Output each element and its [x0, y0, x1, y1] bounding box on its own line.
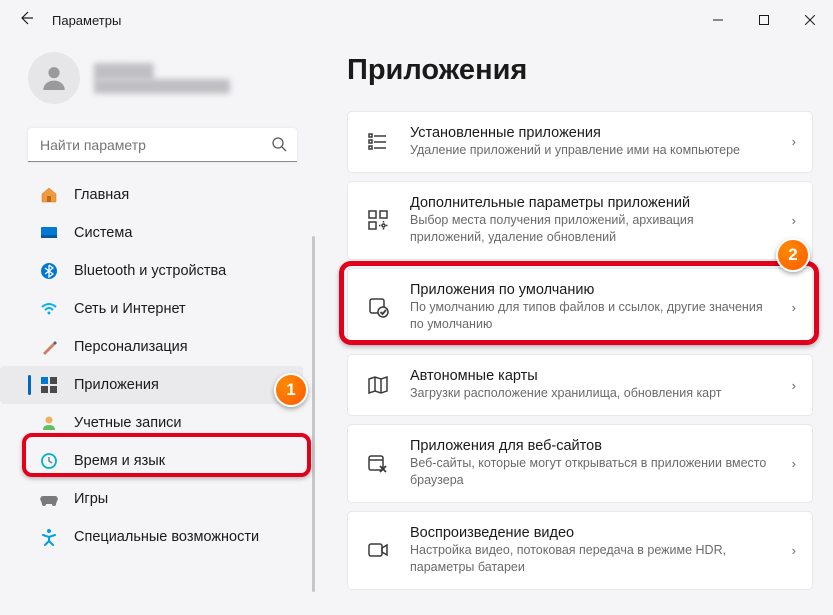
brush-icon [40, 338, 58, 356]
search-input[interactable] [28, 128, 297, 162]
card-advanced-app-settings[interactable]: Дополнительные параметры приложенийВыбор… [347, 181, 813, 260]
nav-label: Bluetooth и устройства [74, 263, 226, 279]
wifi-icon [40, 300, 58, 318]
card-sub: Выбор места получения приложений, архива… [410, 212, 772, 246]
nav-label: Система [74, 225, 132, 241]
accessibility-icon [40, 528, 58, 546]
chevron-right-icon: › [792, 213, 796, 228]
nav-personalization[interactable]: Персонализация [0, 328, 303, 366]
card-offline-maps[interactable]: Автономные картыЗагрузки расположение хр… [347, 354, 813, 416]
profile-name: ██████ [94, 63, 230, 79]
app-settings-icon [366, 208, 390, 232]
nav-time[interactable]: Время и язык [0, 442, 303, 480]
system-icon [40, 224, 58, 242]
nav-label: Игры [74, 491, 108, 507]
card-installed-apps[interactable]: Установленные приложенияУдаление приложе… [347, 111, 813, 173]
apps-icon [40, 376, 58, 394]
nav-network[interactable]: Сеть и Интернет [0, 290, 303, 328]
chevron-right-icon: › [792, 134, 796, 149]
titlebar: Параметры [0, 0, 833, 40]
chevron-right-icon: › [792, 456, 796, 471]
nav-list: Главная Система Bluetooth и устройства С… [0, 176, 315, 615]
card-sub: Загрузки расположение хранилища, обновле… [410, 385, 772, 402]
chevron-right-icon: › [792, 543, 796, 558]
sidebar: ██████ ████████████████ Главная Система … [0, 40, 315, 615]
back-button[interactable] [18, 10, 34, 31]
nav-label: Учетные записи [74, 415, 182, 431]
window-title: Параметры [52, 13, 121, 28]
card-sub: Веб-сайты, которые могут открываться в п… [410, 455, 772, 489]
card-default-apps[interactable]: Приложения по умолчаниюПо умолчанию для … [347, 268, 813, 347]
card-title: Дополнительные параметры приложений [410, 195, 772, 211]
annotation-marker-1: 1 [274, 373, 308, 407]
card-title: Установленные приложения [410, 125, 772, 141]
card-title: Автономные карты [410, 368, 772, 384]
card-sub: Удаление приложений и управление ими на … [410, 142, 772, 159]
window-controls [695, 0, 833, 40]
bluetooth-icon [40, 262, 58, 280]
profile-block[interactable]: ██████ ████████████████ [0, 48, 315, 122]
card-title: Приложения для веб-сайтов [410, 438, 772, 454]
home-icon [40, 186, 58, 204]
card-sub: Настройка видео, потоковая передача в ре… [410, 542, 772, 576]
gaming-icon [40, 490, 58, 508]
card-apps-for-websites[interactable]: Приложения для веб-сайтовВеб-сайты, кото… [347, 424, 813, 503]
nav-system[interactable]: Система [0, 214, 303, 252]
search-icon [271, 136, 287, 157]
card-title: Приложения по умолчанию [410, 282, 772, 298]
nav-label: Сеть и Интернет [74, 301, 186, 317]
list-icon [366, 130, 390, 154]
website-apps-icon [366, 452, 390, 476]
nav-home[interactable]: Главная [0, 176, 303, 214]
nav-label: Главная [74, 187, 129, 203]
close-button[interactable] [787, 0, 833, 40]
nav-accessibility[interactable]: Специальные возможности [0, 518, 303, 556]
chevron-right-icon: › [792, 300, 796, 315]
minimize-button[interactable] [695, 0, 741, 40]
annotation-marker-2: 2 [776, 238, 810, 272]
nav-label: Время и язык [74, 453, 165, 469]
card-sub: По умолчанию для типов файлов и ссылок, … [410, 299, 772, 333]
nav-gaming[interactable]: Игры [0, 480, 303, 518]
nav-apps[interactable]: Приложения [0, 366, 303, 404]
avatar [28, 52, 80, 104]
clock-icon [40, 452, 58, 470]
card-title: Воспроизведение видео [410, 525, 772, 541]
search-box[interactable] [28, 128, 297, 162]
video-icon [366, 538, 390, 562]
profile-email: ████████████████ [94, 79, 230, 93]
default-apps-icon [366, 295, 390, 319]
maximize-button[interactable] [741, 0, 787, 40]
card-video-playback[interactable]: Воспроизведение видеоНастройка видео, по… [347, 511, 813, 590]
map-icon [366, 373, 390, 397]
accounts-icon [40, 414, 58, 432]
page-title: Приложения [347, 54, 813, 87]
nav-label: Приложения [74, 377, 159, 393]
chevron-right-icon: › [792, 378, 796, 393]
main-content: Приложения Установленные приложенияУдале… [315, 40, 833, 615]
nav-accounts[interactable]: Учетные записи [0, 404, 303, 442]
nav-label: Персонализация [74, 339, 188, 355]
nav-bluetooth[interactable]: Bluetooth и устройства [0, 252, 303, 290]
nav-label: Специальные возможности [74, 529, 259, 545]
